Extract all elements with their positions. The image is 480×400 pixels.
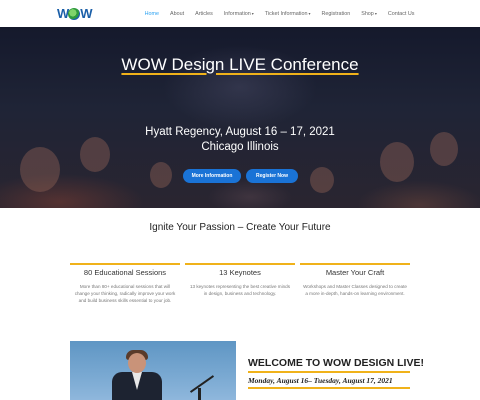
chevron-down-icon: ▾ (308, 10, 311, 16)
globe-icon (68, 7, 81, 20)
audience-silhouette (20, 147, 60, 192)
chevron-down-icon: ▾ (251, 10, 254, 16)
accent-divider (70, 263, 180, 265)
feature-title: Master Your Craft (325, 268, 385, 277)
nav-home[interactable]: Home (139, 11, 164, 17)
event-dates: Monday, August 16– Tuesday, August 17, 2… (248, 376, 393, 385)
feature-description: 13 keynotes representing the best creati… (189, 284, 291, 296)
accent-divider (185, 263, 295, 265)
nav-registration[interactable]: Registration (316, 11, 356, 17)
feature-description: More than 80+ educational sessions that … (74, 284, 176, 303)
feature-card: 13 Keynotes 13 keynotes representing the… (185, 263, 295, 297)
hero-location: Chicago Illinois (201, 141, 279, 153)
feature-description: Workshops and Master Classes designed to… (303, 284, 407, 296)
microphone-icon (189, 375, 215, 393)
site-logo[interactable]: W W (57, 5, 97, 22)
main-nav: Home About Articles Information▾ Ticket … (139, 0, 420, 27)
speaker-photo (70, 341, 236, 400)
audience-silhouette (150, 162, 172, 188)
accent-divider (300, 263, 410, 265)
speaker-head (128, 353, 146, 373)
nav-information[interactable]: Information▾ (218, 11, 259, 17)
feature-card: Master Your Craft Workshops and Master C… (300, 263, 410, 297)
feature-card: 80 Educational Sessions More than 80+ ed… (70, 263, 180, 304)
site-header: W W Home About Articles Information▾ Tic… (0, 0, 480, 27)
hero-banner: WOW Design LIVE Conference Hyatt Regency… (0, 27, 480, 208)
mic-stand (198, 388, 201, 400)
nav-articles[interactable]: Articles (190, 11, 219, 17)
accent-divider (248, 387, 410, 389)
feature-title: 13 Keynotes (219, 268, 261, 277)
nav-ticket-information[interactable]: Ticket Information▾ (259, 11, 316, 17)
register-now-button[interactable]: Register Now (246, 169, 298, 183)
tagline: Ignite Your Passion – Create Your Future (149, 222, 331, 233)
logo-letter-w: W (57, 6, 69, 21)
nav-contact-us[interactable]: Contact Us (382, 11, 420, 17)
accent-divider (248, 371, 410, 373)
hero-venue: Hyatt Regency, August 16 – 17, 2021 (145, 126, 335, 138)
nav-shop[interactable]: Shop▾ (356, 11, 383, 17)
nav-about[interactable]: About (165, 11, 190, 17)
feature-title: 80 Educational Sessions (83, 268, 167, 277)
hero-title: WOW Design LIVE Conference (121, 55, 359, 74)
more-information-button[interactable]: More Information (183, 169, 241, 183)
welcome-heading: WELCOME TO WOW DESIGN LIVE! (248, 357, 424, 369)
logo-letter-w: W (80, 6, 92, 21)
audience-silhouette (310, 167, 334, 193)
chevron-down-icon: ▾ (374, 10, 377, 16)
